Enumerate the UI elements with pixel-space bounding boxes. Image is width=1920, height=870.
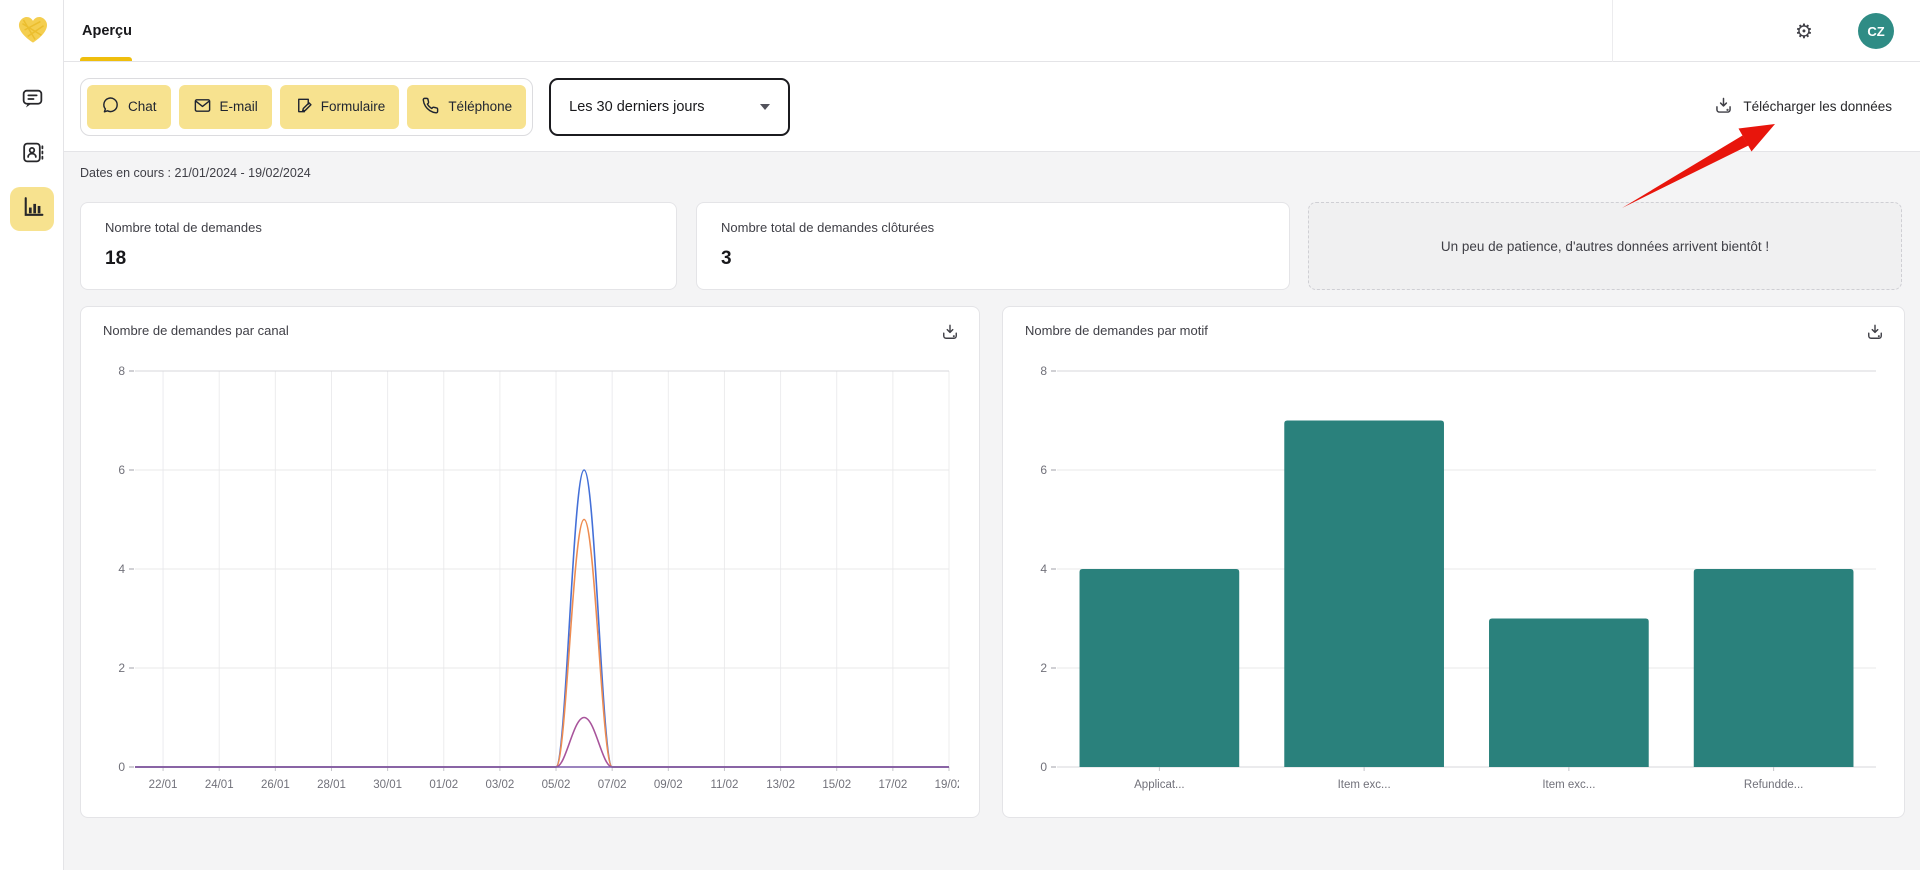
svg-text:2: 2 — [1040, 661, 1047, 675]
svg-text:8: 8 — [118, 364, 125, 378]
channel-button-chat[interactable]: Chat — [87, 85, 171, 129]
stat-label: Nombre total de demandes clôturées — [721, 220, 1265, 235]
svg-text:0: 0 — [118, 760, 125, 774]
line-chart-title: Nombre de demandes par canal — [103, 323, 289, 338]
bar-chart-title: Nombre de demandes par motif — [1025, 323, 1208, 338]
svg-text:24/01: 24/01 — [205, 779, 234, 791]
line-chart-card: Nombre de demandes par canal 0 2 4 6 8 22/01 2… — [80, 306, 980, 818]
channel-button-phone[interactable]: Téléphone — [407, 85, 526, 129]
svg-text:Item exc...: Item exc... — [1338, 779, 1391, 791]
channel-button-email[interactable]: E-mail — [179, 85, 272, 129]
download-icon[interactable] — [1862, 319, 1888, 345]
stat-label: Nombre total de demandes — [105, 220, 652, 235]
download-icon[interactable] — [937, 319, 963, 345]
phone-icon — [421, 96, 440, 118]
svg-text:17/02: 17/02 — [878, 779, 907, 791]
contact-book-icon — [20, 140, 45, 170]
channel-button-label: Formulaire — [321, 99, 386, 114]
tab-apercu[interactable]: Aperçu — [80, 0, 134, 62]
svg-text:01/02: 01/02 — [429, 779, 458, 791]
svg-text:11/02: 11/02 — [710, 779, 738, 791]
svg-text:09/02: 09/02 — [654, 779, 683, 791]
main-content: Dates en cours : 21/01/2024 - 19/02/2024… — [64, 152, 1920, 870]
chat-icon — [101, 96, 120, 118]
stat-card-closed-requests: Nombre total de demandes clôturées 3 — [696, 202, 1290, 290]
svg-text:26/01: 26/01 — [261, 779, 290, 791]
svg-text:19/02: 19/02 — [935, 779, 959, 791]
active-tab-underline — [80, 57, 132, 61]
period-select-value: Les 30 derniers jours — [569, 99, 704, 115]
svg-text:6: 6 — [1040, 463, 1047, 477]
channel-button-label: E-mail — [220, 99, 258, 114]
coming-soon-text: Un peu de patience, d'autres données arr… — [1441, 239, 1769, 254]
header-divider — [1612, 0, 1613, 62]
svg-text:Applicat...: Applicat... — [1134, 779, 1185, 791]
svg-text:07/02: 07/02 — [598, 779, 627, 791]
date-range-label: Dates en cours : 21/01/2024 - 19/02/2024 — [80, 166, 311, 180]
svg-text:2: 2 — [118, 661, 125, 675]
svg-text:4: 4 — [118, 562, 125, 576]
channel-button-label: Chat — [128, 99, 157, 114]
gear-icon[interactable]: ⚙ — [1791, 18, 1817, 44]
form-icon — [294, 96, 313, 118]
channel-button-label: Téléphone — [448, 99, 512, 114]
sidebar-item-contacts[interactable] — [10, 133, 54, 177]
channel-filter-group: Chat E-mail Formulaire — [80, 78, 533, 136]
svg-text:30/01: 30/01 — [373, 779, 402, 791]
svg-text:Item exc...: Item exc... — [1542, 779, 1595, 791]
svg-text:15/02: 15/02 — [822, 779, 851, 791]
svg-text:8: 8 — [1040, 364, 1047, 378]
header: Aperçu ⚙ CZ — [64, 0, 1920, 62]
heart-logo — [14, 11, 52, 51]
email-icon — [193, 96, 212, 118]
chat-bubble-icon — [20, 86, 45, 116]
download-icon — [1713, 95, 1734, 119]
svg-text:4: 4 — [1040, 562, 1047, 576]
coming-soon-notice: Un peu de patience, d'autres données arr… — [1308, 202, 1902, 290]
svg-text:03/02: 03/02 — [486, 779, 515, 791]
period-select[interactable]: Les 30 derniers jours — [549, 78, 790, 136]
sidebar-item-analytics[interactable] — [10, 187, 54, 231]
bar-chart-icon — [20, 194, 45, 224]
stat-value: 18 — [105, 248, 652, 270]
svg-text:13/02: 13/02 — [766, 779, 795, 791]
tab-apercu-label: Aperçu — [82, 23, 132, 39]
svg-text:0: 0 — [1040, 760, 1047, 774]
svg-text:6: 6 — [118, 463, 125, 477]
sidebar — [0, 0, 64, 870]
line-chart-canvas: 0 2 4 6 8 22/01 24/01 26/01 28/01 30/01 01/02 03/02… — [101, 359, 959, 807]
svg-text:28/01: 28/01 — [317, 779, 346, 791]
stat-value: 3 — [721, 248, 1265, 270]
svg-text:Refundde...: Refundde... — [1744, 779, 1803, 791]
download-data-button[interactable]: Télécharger les données — [1713, 95, 1892, 119]
bar-chart-card: Nombre de demandes par motif 0 2 4 6 8 Applic… — [1002, 306, 1905, 818]
download-label: Télécharger les données — [1743, 99, 1892, 114]
stat-card-total-requests: Nombre total de demandes 18 — [80, 202, 677, 290]
filter-bar: Chat E-mail Formulaire — [64, 62, 1920, 152]
svg-text:22/01: 22/01 — [149, 779, 178, 791]
avatar[interactable]: CZ — [1858, 13, 1894, 49]
bar-chart-canvas: 0 2 4 6 8 Applicat... Item exc... Item exc... Re… — [1023, 359, 1886, 807]
caret-down-icon — [760, 104, 770, 110]
svg-text:05/02: 05/02 — [542, 779, 571, 791]
channel-button-form[interactable]: Formulaire — [280, 85, 400, 129]
sidebar-item-conversations[interactable] — [10, 79, 54, 123]
